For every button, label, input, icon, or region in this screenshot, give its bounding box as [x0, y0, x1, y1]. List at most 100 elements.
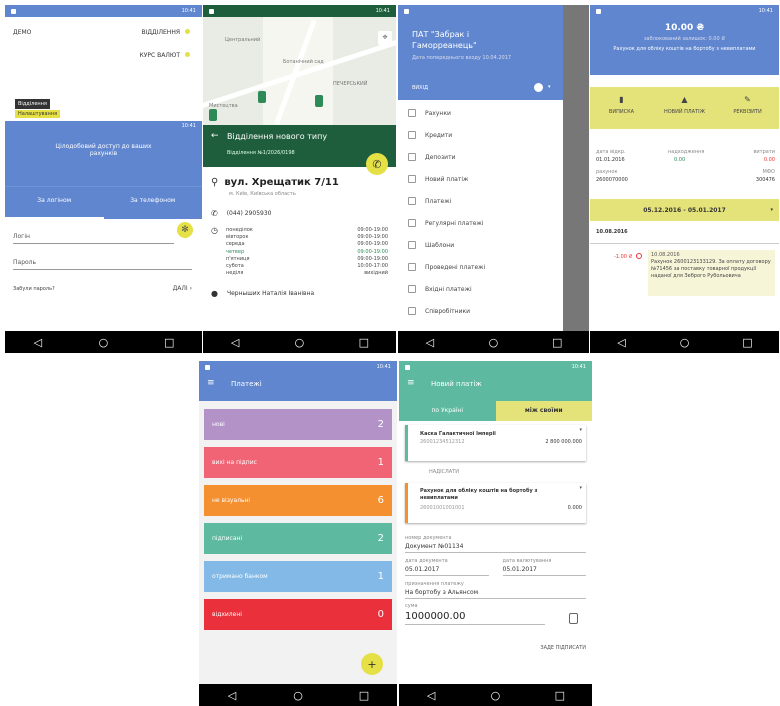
new-payment-screen: 10:41 ≡ Новий платіж по Україні між свої… [399, 361, 592, 684]
password-field[interactable]: Пароль [13, 259, 36, 266]
tab-phone[interactable]: За телефоном [104, 187, 203, 219]
send-icon: ▲ [681, 95, 688, 104]
chevron-down-icon[interactable]: ▾ [548, 84, 551, 90]
nav-bar: ◁ ○ □ [399, 684, 592, 706]
hours-row: понеділок 09:00-19:00 [225, 226, 388, 233]
recent-icon[interactable]: □ [738, 337, 758, 348]
menu-item-accounts[interactable]: Рахунки [398, 102, 563, 124]
back-arrow-icon[interactable]: ← [211, 131, 219, 141]
menu-icon[interactable]: ≡ [207, 378, 215, 388]
hours-row-today: четвер 09:00-19:00 [225, 248, 388, 255]
back-icon[interactable]: ◁ [612, 337, 632, 348]
document-icon: ▮ [619, 95, 624, 104]
menu-item-incoming-payments[interactable]: Вхідні платежі [398, 278, 563, 300]
page-title: Платежі [231, 380, 262, 388]
requisites-button[interactable]: ✎ РЕКВІЗИТИ [716, 87, 779, 129]
branch-info: ⚲ вул. Хрещатик 7/11 м. Київ, Київська об… [203, 167, 396, 298]
amount-field[interactable]: 1000000.00 [405, 611, 569, 622]
back-icon[interactable]: ◁ [420, 337, 440, 348]
tab-ukraine[interactable]: по Україні [399, 401, 496, 421]
branch-screen: 10:41 Центральний Ботанічний сад ПЕЧЕРСЬ… [203, 5, 396, 331]
transaction-amount: -1.00 ₴ [614, 254, 633, 260]
add-payment-button[interactable]: + [361, 653, 383, 675]
drawer-screen: ПАТ "Забрак і Гаморреанець" Дата поперед… [398, 5, 589, 331]
new-payment-icon [408, 175, 416, 183]
home-icon[interactable]: ○ [93, 337, 113, 348]
category-new[interactable]: нові 2 [204, 409, 392, 440]
payments-appbar: 10:41 ≡ Платежі [199, 361, 397, 401]
category-signed[interactable]: підписані 2 [204, 523, 392, 554]
category-rejected[interactable]: відхилені 0 [204, 599, 392, 630]
menu-item-new-payment[interactable]: Новий платіж [398, 168, 563, 190]
map-pin-icon[interactable] [315, 95, 323, 107]
back-icon[interactable]: ◁ [225, 337, 245, 348]
recent-icon[interactable]: □ [354, 690, 374, 701]
back-icon[interactable]: ◁ [28, 337, 48, 348]
document-date-field[interactable]: 05.01.2017 [405, 566, 489, 573]
calculator-icon[interactable] [569, 612, 578, 624]
rates-link[interactable]: КУРС ВАЛЮТ [139, 52, 180, 59]
account-balance: 10.00 ₴ [664, 23, 705, 33]
menu-item-employees[interactable]: Співробітники [398, 300, 563, 322]
tab-login[interactable]: За логіном [5, 187, 104, 219]
recent-icon[interactable]: □ [354, 337, 374, 348]
recent-icon[interactable]: □ [550, 690, 570, 701]
menu-icon[interactable]: ≡ [407, 378, 415, 388]
home-icon[interactable]: ○ [675, 337, 695, 348]
branch-phone[interactable]: (044) 2905930 [227, 210, 272, 217]
date-group: 10.08.2016 [596, 229, 628, 235]
menu-item-posted-payments[interactable]: Проведені платежі [398, 256, 563, 278]
home-icon[interactable]: ○ [289, 337, 309, 348]
login-banner: 10:41 Цілодобовий доступ до ваших рахунк… [5, 121, 202, 186]
value-date-field[interactable]: 05.01.2017 [503, 566, 587, 573]
branches-link[interactable]: ВІДДІЛЕННЯ [141, 29, 180, 36]
forgot-password-link[interactable]: Забули пароль? [13, 286, 55, 292]
document-number-field[interactable]: Документ №01134 [405, 543, 586, 550]
account-avatar[interactable] [534, 83, 543, 92]
newpay-appbar: 10:41 ≡ Новий платіж [399, 361, 592, 401]
hours-row: п'ятниця 09:00-19:00 [225, 255, 388, 262]
home-icon[interactable]: ○ [288, 690, 308, 701]
home-icon[interactable]: ○ [485, 690, 505, 701]
locate-icon[interactable]: ⌖ [378, 31, 392, 45]
period-selector[interactable]: 05.12.2016 - 05.01.2017 ▾ [590, 199, 779, 221]
login-field[interactable]: Логін [13, 233, 30, 240]
statement-button[interactable]: ▮ ВИПИСКА [590, 87, 653, 129]
back-icon[interactable]: ◁ [421, 690, 441, 701]
phone-drawer: ПАТ "Забрак і Гаморреанець" Дата поперед… [398, 5, 589, 353]
sign-later-button[interactable]: ЗАДЕ ПІДПИСАТИ [405, 645, 586, 651]
menu-item-templates[interactable]: Шаблони [398, 234, 563, 256]
purpose-field[interactable]: На бортобу з Альянсом [405, 589, 586, 596]
menu-item-credits[interactable]: Кредити [398, 124, 563, 146]
recent-icon[interactable]: □ [547, 337, 567, 348]
recent-icon[interactable]: □ [159, 337, 179, 348]
map-pin-icon[interactable] [258, 91, 266, 103]
recipient-account-card[interactable]: Рахунок для обліку коштів на бортобу з н… [405, 483, 586, 523]
nav-bar: ◁ ○ □ [398, 331, 589, 353]
newpay-tabs: по Україні між своїми [399, 401, 592, 421]
menu-item-regular-payments[interactable]: Регулярні платежі [398, 212, 563, 234]
demo-label[interactable]: ДЕМО [13, 29, 31, 36]
drawer-scrim[interactable] [563, 5, 589, 331]
payer-account-card[interactable]: Каска Галактичної Імперії 26001234512312… [405, 425, 586, 461]
category-not-visual[interactable]: не візуальні 6 [204, 485, 392, 516]
send-label: НАДІСЛАТИ [429, 469, 460, 475]
phone-payments: 10:41 ≡ Платежі нові 2 вихі на підпис 1 не… [199, 361, 397, 706]
category-to-sign[interactable]: вихі на підпис 1 [204, 447, 392, 478]
new-payment-button[interactable]: ▲ НОВИЙ ПЛАТІЖ [653, 87, 716, 129]
map-pin-icon[interactable] [209, 109, 217, 121]
phone-icon: ✆ [211, 209, 218, 218]
next-button[interactable]: ДАЛІ › [173, 285, 192, 292]
tab-own-accounts[interactable]: між своїми [495, 401, 592, 421]
transaction-item[interactable]: -1.00 ₴ 10.08.2016 Рахунок 2600123133129… [590, 244, 779, 304]
menu-item-deposits[interactable]: Депозити [398, 146, 563, 168]
back-icon[interactable]: ◁ [222, 690, 242, 701]
home-icon[interactable]: ○ [483, 337, 503, 348]
logout-link[interactable]: ВИХІД [412, 85, 428, 91]
login-form: Логін ✻ Пароль Забули пароль? ДАЛІ › [5, 219, 202, 329]
page-title: Новий платіж [431, 380, 482, 388]
fingerprint-icon[interactable]: ✻ [177, 222, 193, 238]
branch-map[interactable]: Центральний Ботанічний сад ПЕЧЕРСЬКИЙ Ми… [203, 17, 396, 125]
category-received-by-bank[interactable]: отримано банком 1 [204, 561, 392, 592]
menu-item-payments[interactable]: Платежі [398, 190, 563, 212]
